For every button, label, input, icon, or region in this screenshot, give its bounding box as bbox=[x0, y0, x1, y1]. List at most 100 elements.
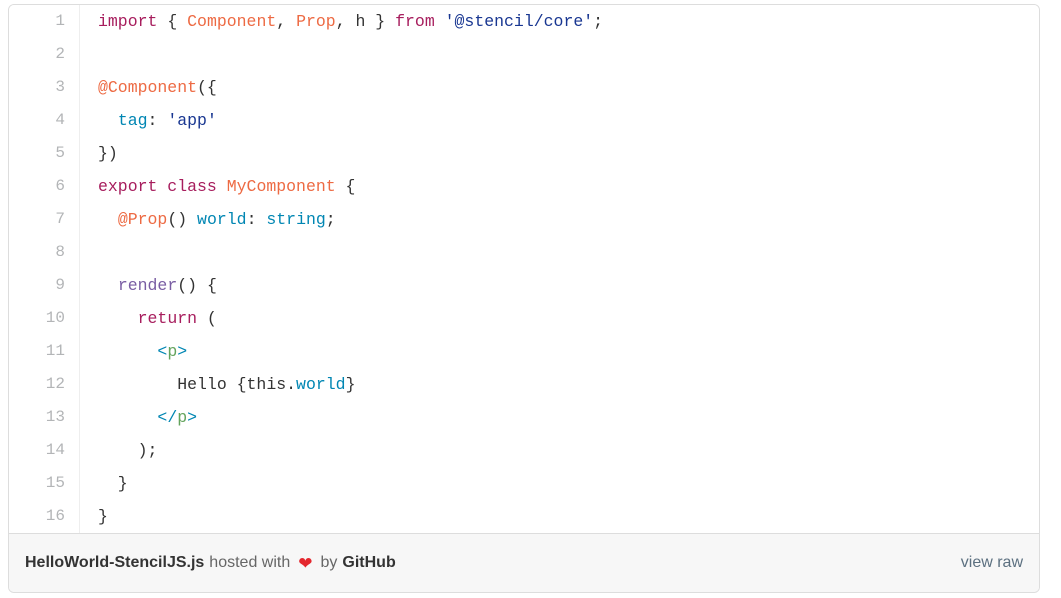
code-token: @Component bbox=[98, 78, 198, 97]
code-token: ( bbox=[197, 309, 217, 328]
code-token: } bbox=[345, 375, 356, 394]
line-content[interactable]: @Component({ bbox=[80, 71, 1040, 104]
code-line: 16} bbox=[9, 500, 1039, 533]
line-number: 11 bbox=[9, 335, 80, 368]
code-token: world bbox=[197, 210, 247, 229]
gist-footer-credit: HelloWorld-StencilJS.js hosted with ❤ by… bbox=[25, 554, 396, 572]
line-content[interactable]: return ( bbox=[80, 302, 1040, 335]
line-content[interactable]: }) bbox=[80, 137, 1040, 170]
code-line: 15 } bbox=[9, 467, 1039, 500]
code-token: } bbox=[98, 507, 108, 526]
heart-icon: ❤ bbox=[298, 553, 313, 573]
gist-filename: HelloWorld-StencilJS.js bbox=[25, 554, 205, 571]
code-token: { bbox=[157, 12, 188, 31]
line-content[interactable]: <p> bbox=[80, 335, 1040, 368]
line-content[interactable]: render() { bbox=[80, 269, 1040, 302]
code-token: < bbox=[157, 342, 168, 361]
code-token: Prop bbox=[296, 12, 336, 31]
code-line: 10 return ( bbox=[9, 302, 1039, 335]
code-line: 13 </p> bbox=[9, 401, 1039, 434]
line-content[interactable]: tag: 'app' bbox=[80, 104, 1040, 137]
code-line: 14 ); bbox=[9, 434, 1039, 467]
code-token: , bbox=[276, 12, 297, 31]
code-token: export class bbox=[98, 177, 217, 196]
code-token: ; bbox=[593, 12, 604, 31]
code-token: @Prop bbox=[117, 210, 168, 229]
line-content[interactable] bbox=[80, 236, 1040, 269]
code-token: world bbox=[296, 375, 346, 394]
line-number: 15 bbox=[9, 467, 80, 500]
code-line: 3 @Component({ bbox=[9, 71, 1039, 104]
line-number: 8 bbox=[9, 236, 80, 269]
code-token: '@stencil/core' bbox=[444, 12, 594, 31]
code-token: </ bbox=[157, 408, 178, 427]
line-number: 10 bbox=[9, 302, 80, 335]
code-line: 9 render() { bbox=[9, 269, 1039, 302]
view-raw-link[interactable]: view raw bbox=[961, 554, 1023, 572]
line-content[interactable]: } bbox=[80, 467, 1040, 500]
code-token: > bbox=[177, 342, 188, 361]
code-line: 5}) bbox=[9, 137, 1039, 170]
code-token: from bbox=[395, 12, 435, 31]
code-token: : bbox=[246, 210, 267, 229]
code-token: > bbox=[187, 408, 198, 427]
code-token: ({ bbox=[197, 78, 217, 97]
code-table: 1 import { Component, Prop, h } from '@st… bbox=[9, 5, 1039, 533]
line-number: 5 bbox=[9, 137, 80, 170]
line-number: 4 bbox=[9, 104, 80, 137]
code-token: render bbox=[117, 276, 178, 295]
code-table-body: 1 import { Component, Prop, h } from '@st… bbox=[9, 5, 1039, 533]
line-content[interactable]: import { Component, Prop, h } from '@ste… bbox=[80, 5, 1040, 38]
github-brand-label: GitHub bbox=[342, 554, 396, 571]
line-number: 9 bbox=[9, 269, 80, 302]
line-content[interactable]: } bbox=[80, 500, 1040, 533]
code-token: Hello {this. bbox=[98, 375, 297, 394]
code-token: 'app' bbox=[167, 111, 217, 130]
code-token: tag bbox=[117, 111, 148, 130]
code-token: () bbox=[167, 210, 198, 229]
line-content[interactable]: Hello {this.world} bbox=[80, 368, 1040, 401]
line-content[interactable]: @Prop() world: string; bbox=[80, 203, 1040, 236]
code-token: : bbox=[147, 111, 168, 130]
hosted-with-label: hosted with bbox=[209, 554, 291, 571]
line-content[interactable] bbox=[80, 38, 1040, 71]
code-line: 4 tag: 'app' bbox=[9, 104, 1039, 137]
code-token: MyComponent bbox=[226, 177, 336, 196]
line-content[interactable]: </p> bbox=[80, 401, 1040, 434]
code-line: 7 @Prop() world: string; bbox=[9, 203, 1039, 236]
code-token: Component bbox=[187, 12, 277, 31]
code-token: return bbox=[137, 309, 198, 328]
line-number: 13 bbox=[9, 401, 80, 434]
line-number: 12 bbox=[9, 368, 80, 401]
code-token: string bbox=[266, 210, 326, 229]
line-number: 2 bbox=[9, 38, 80, 71]
code-line: 6 export class MyComponent { bbox=[9, 170, 1039, 203]
code-token: import bbox=[98, 12, 158, 31]
gist-footer: HelloWorld-StencilJS.js hosted with ❤ by… bbox=[9, 533, 1039, 592]
code-line: 8 bbox=[9, 236, 1039, 269]
code-token: { bbox=[335, 177, 356, 196]
code-token: , h } bbox=[335, 12, 396, 31]
code-token: }) bbox=[98, 144, 118, 163]
code-line: 11 <p> bbox=[9, 335, 1039, 368]
line-content[interactable]: ); bbox=[80, 434, 1040, 467]
code-line: 2 bbox=[9, 38, 1039, 71]
code-token: ); bbox=[98, 441, 158, 460]
line-number: 3 bbox=[9, 71, 80, 104]
code-block: 1 import { Component, Prop, h } from '@st… bbox=[9, 5, 1039, 533]
line-number: 6 bbox=[9, 170, 80, 203]
line-number: 7 bbox=[9, 203, 80, 236]
code-token: p bbox=[177, 408, 188, 427]
gist-embed-card: 1 import { Component, Prop, h } from '@st… bbox=[8, 4, 1040, 593]
code-token: } bbox=[98, 474, 128, 493]
line-content[interactable]: export class MyComponent { bbox=[80, 170, 1040, 203]
code-token: ; bbox=[325, 210, 336, 229]
